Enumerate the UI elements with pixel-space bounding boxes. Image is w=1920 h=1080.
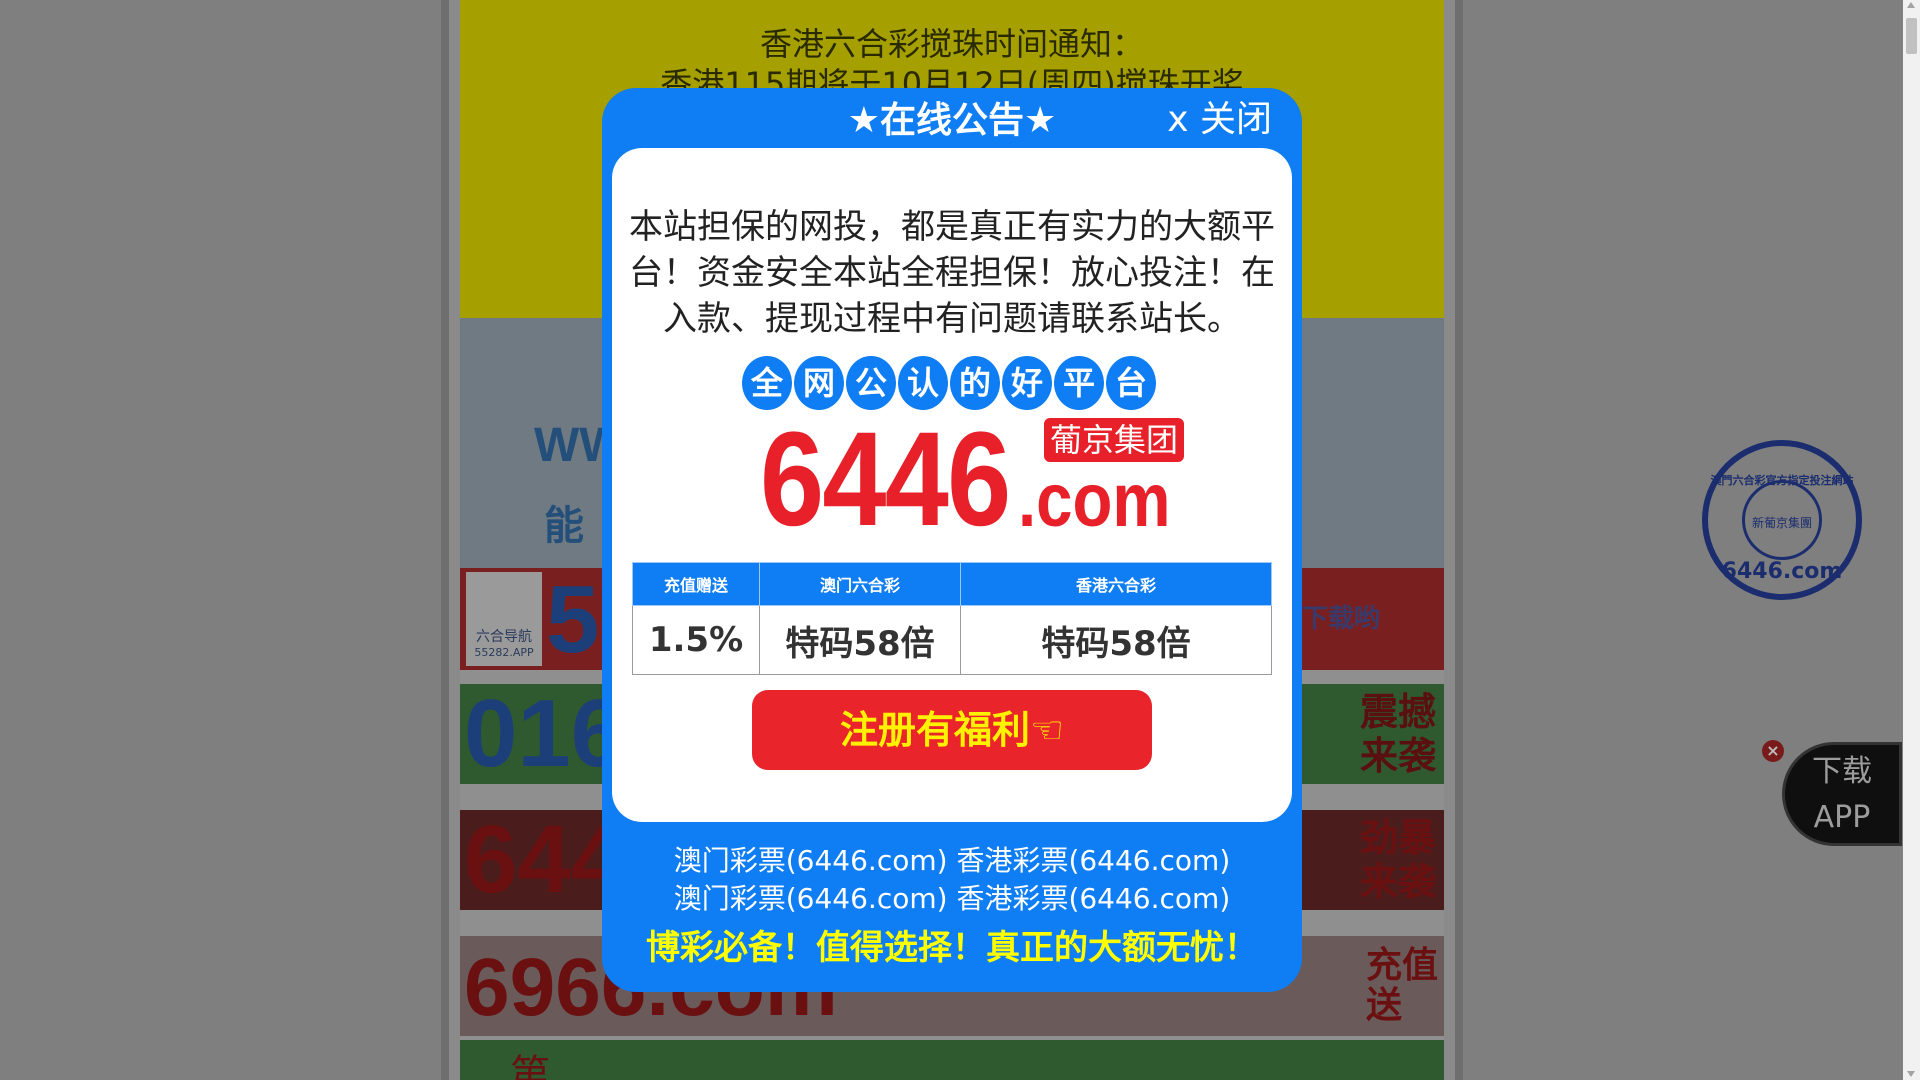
table-header-row: 充值赠送 澳门六合彩 香港六合彩 [632, 562, 1272, 606]
download-app-close-icon[interactable]: × [1762, 740, 1784, 762]
table-header: 香港六合彩 [960, 562, 1272, 606]
badge-char: 的 [950, 356, 1000, 410]
footer-link-line[interactable]: 澳门彩票(6446.com) 香港彩票(6446.com) [602, 880, 1302, 918]
banner-text: 第 [510, 1052, 550, 1080]
badge-char: 好 [1002, 356, 1052, 410]
download-app-button[interactable]: 下载 APP [1782, 742, 1902, 846]
badge-char: 公 [846, 356, 896, 410]
modal-footer-links: 澳门彩票(6446.com) 香港彩票(6446.com) 澳门彩票(6446.… [602, 842, 1302, 918]
scroll-up-icon[interactable] [1907, 2, 1915, 8]
table-cell: 特码58倍 [759, 605, 961, 675]
badge-char: 网 [794, 356, 844, 410]
logo-navigator: 六合导航 55282.APP [466, 572, 542, 666]
banner-text: 644 [464, 810, 625, 910]
banner-promo-6: 第 [460, 1040, 1444, 1080]
banner-text: 016 [464, 684, 625, 784]
rate-table: 充值赠送 澳门六合彩 香港六合彩 1.5% 特码58倍 特码58倍 [632, 562, 1272, 675]
modal-close-button[interactable]: x 关闭 [1167, 98, 1272, 142]
banner-text: 充值送 [1366, 945, 1439, 1026]
logo-text: 六合导航 [476, 629, 532, 645]
badge-char: 台 [1106, 356, 1156, 410]
table-cell: 特码58倍 [960, 605, 1272, 675]
badge-char: 全 [742, 356, 792, 410]
download-app-line1: 下载 [1812, 754, 1872, 789]
footer-link-line[interactable]: 澳门彩票(6446.com) 香港彩票(6446.com) [602, 842, 1302, 880]
badge-char: 平 [1054, 356, 1104, 410]
guarantee-notice: 本站担保的网投，都是真正有实力的大额平台！资金安全本站全程担保！放心投注！在入款… [629, 207, 1275, 339]
banner-text: 下载哟 [1302, 604, 1381, 634]
table-header: 充值赠送 [632, 562, 760, 606]
scrollbar[interactable] [1903, 0, 1920, 1080]
seal-center-text: 新葡京集團 [1742, 480, 1822, 560]
badge-row: 全 网 公 认 的 好 平 台 [742, 356, 1156, 412]
modal-header: ★在线公告★ x 关闭 [602, 88, 1302, 148]
banner-text: 震撼来袭 [1360, 690, 1437, 778]
table-row: 1.5% 特码58倍 特码58倍 [632, 605, 1272, 675]
badge-char: 认 [898, 356, 948, 410]
brand-tag: 葡京集团 [1042, 416, 1187, 464]
notice-line-1: 香港六合彩搅珠时间通知： [759, 25, 1144, 63]
table-cell: 1.5% [632, 605, 760, 675]
banner-text: 劲暴来袭 [1360, 816, 1437, 904]
brand-logo[interactable]: 6446 .com 葡京集团 [760, 413, 1200, 547]
download-app-line2: APP [1813, 800, 1871, 835]
seal-domain: 6446.com [1721, 559, 1843, 584]
brand-number: 6446 [760, 405, 1011, 554]
logo-domain: 55282.APP [474, 646, 534, 659]
official-seal: 澳門六合彩官方指定投注網站 新葡京集團 6446.com [1702, 440, 1862, 600]
register-button[interactable]: 注册有福利☜ [752, 690, 1152, 770]
table-header: 澳门六合彩 [759, 562, 961, 606]
brand-suffix: .com [1018, 458, 1171, 543]
banner-text: 能 [544, 504, 584, 548]
scroll-down-icon[interactable] [1907, 1071, 1915, 1077]
modal-body: 本站担保的网投，都是真正有实力的大额平台！资金安全本站全程担保！放心投注！在入款… [612, 148, 1292, 822]
scrollbar-thumb[interactable] [1906, 18, 1917, 54]
announcement-modal: ★在线公告★ x 关闭 本站担保的网投，都是真正有实力的大额平台！资金安全本站全… [602, 88, 1302, 992]
modal-slogan: 博彩必备！值得选择！真正的大额无忧！ [646, 928, 1258, 968]
